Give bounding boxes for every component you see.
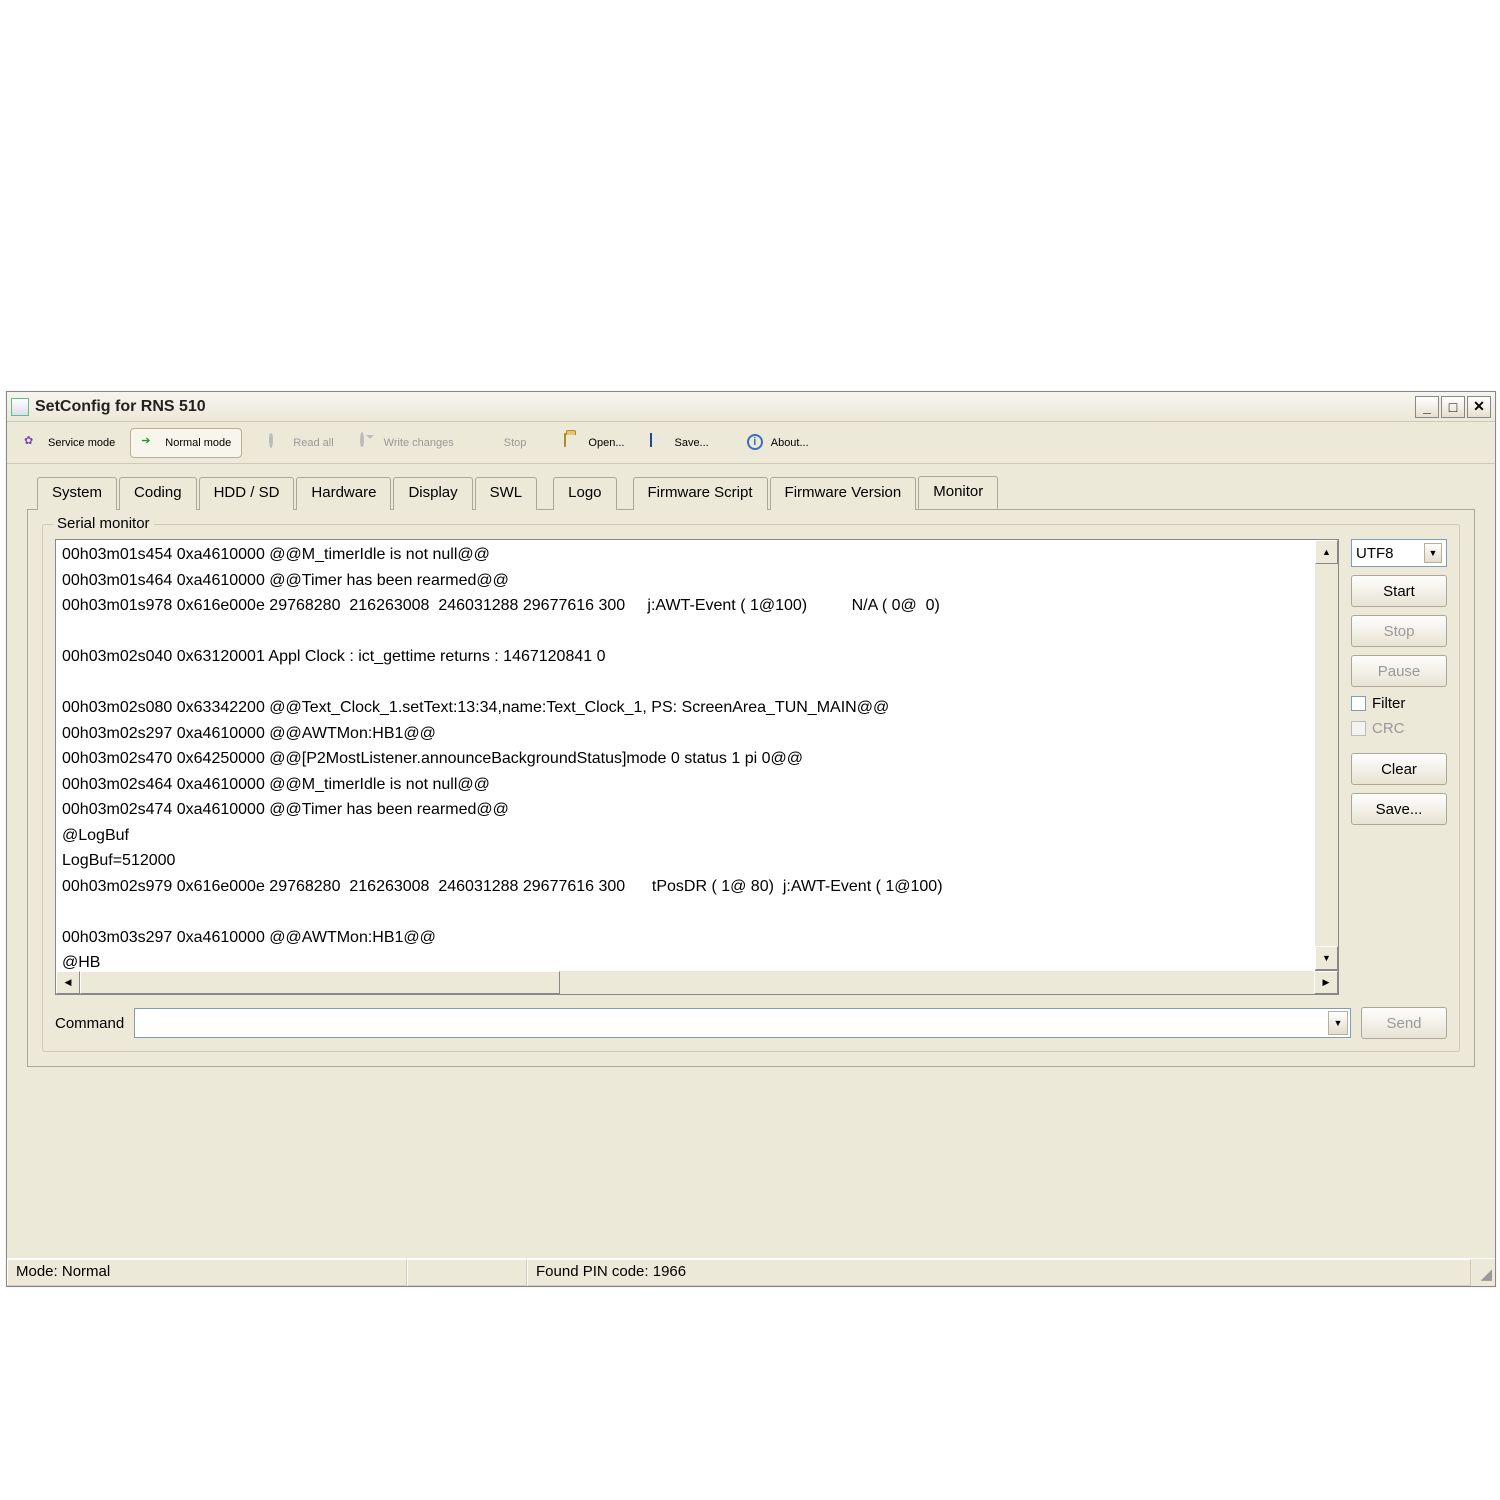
checkbox-box — [1351, 696, 1366, 711]
arrow-right-icon: ➔ — [141, 434, 159, 452]
crc-label: CRC — [1372, 720, 1405, 737]
open-label: Open... — [588, 437, 624, 449]
stop-button: Stop — [469, 428, 538, 458]
download-icon — [360, 434, 378, 452]
write-changes-label: Write changes — [384, 437, 454, 449]
scrollbar-vertical[interactable]: ▲ ▼ — [1315, 539, 1339, 971]
monitor-text: 00h03m01s454 0xa4610000 @@M_timerIdle is… — [56, 540, 1315, 971]
serial-monitor-legend: Serial monitor — [53, 515, 154, 532]
monitor-output[interactable]: 00h03m01s454 0xa4610000 @@M_timerIdle is… — [55, 539, 1315, 971]
refresh-icon — [269, 434, 287, 452]
app-icon — [11, 398, 29, 416]
start-button[interactable]: Start — [1351, 575, 1447, 607]
tab-hardware[interactable]: Hardware — [296, 477, 391, 510]
stop-icon — [480, 434, 498, 452]
titlebar: SetConfig for RNS 510 _ □ ✕ — [7, 392, 1495, 422]
toolbar: ✿ Service mode ➔ Normal mode Read all Wr… — [7, 422, 1495, 464]
command-input[interactable]: ▼ — [134, 1008, 1351, 1038]
tab-strip: System Coding HDD / SD Hardware Display … — [37, 476, 1495, 509]
gear-icon: ✿ — [24, 434, 42, 452]
checkbox-box — [1351, 721, 1366, 736]
tab-coding[interactable]: Coding — [119, 477, 197, 510]
open-button[interactable]: Open... — [553, 428, 635, 458]
service-mode-label: Service mode — [48, 437, 115, 449]
scroll-left-button[interactable]: ◀ — [56, 971, 80, 994]
tab-monitor[interactable]: Monitor — [918, 476, 998, 509]
write-changes-button: Write changes — [349, 428, 465, 458]
scroll-thumb[interactable] — [80, 971, 560, 994]
pause-button: Pause — [1351, 655, 1447, 687]
main-window: SetConfig for RNS 510 _ □ ✕ ✿ Service mo… — [6, 391, 1496, 1287]
read-all-label: Read all — [293, 437, 333, 449]
tab-hdd-sd[interactable]: HDD / SD — [199, 477, 295, 510]
save-icon — [650, 434, 668, 452]
scroll-up-button[interactable]: ▲ — [1315, 540, 1338, 564]
about-button[interactable]: i About... — [736, 428, 820, 458]
command-row: Command ▼ Send — [55, 1007, 1447, 1039]
close-button[interactable]: ✕ — [1467, 396, 1491, 418]
save-button[interactable]: Save... — [639, 428, 719, 458]
tab-display[interactable]: Display — [393, 477, 472, 510]
tab-panel: Serial monitor 00h03m01s454 0xa4610000 @… — [27, 509, 1475, 1067]
maximize-button[interactable]: □ — [1441, 396, 1465, 418]
monitor-save-button[interactable]: Save... — [1351, 793, 1447, 825]
encoding-select[interactable]: UTF8 ▼ — [1351, 539, 1447, 567]
monitor-side-column: UTF8 ▼ Start Stop Pause Filter CRC — [1351, 539, 1447, 825]
statusbar: Mode: Normal Found PIN code: 1966 ◢ — [7, 1258, 1495, 1286]
clear-button[interactable]: Clear — [1351, 753, 1447, 785]
filter-label: Filter — [1372, 695, 1405, 712]
scroll-down-button[interactable]: ▼ — [1315, 946, 1338, 970]
monitor-stop-button: Stop — [1351, 615, 1447, 647]
save-label: Save... — [674, 437, 708, 449]
minimize-button[interactable]: _ — [1415, 396, 1439, 418]
encoding-value: UTF8 — [1356, 545, 1394, 562]
service-mode-button[interactable]: ✿ Service mode — [13, 428, 126, 458]
tab-logo[interactable]: Logo — [553, 477, 616, 510]
dropdown-icon: ▼ — [1328, 1011, 1348, 1035]
normal-mode-label: Normal mode — [165, 437, 231, 449]
resize-grip-icon[interactable]: ◢ — [1471, 1259, 1495, 1286]
dropdown-icon: ▼ — [1424, 543, 1442, 563]
stop-label: Stop — [504, 437, 527, 449]
about-label: About... — [771, 437, 809, 449]
scroll-right-button[interactable]: ▶ — [1314, 971, 1338, 994]
tab-swl[interactable]: SWL — [475, 477, 538, 510]
folder-icon — [564, 434, 582, 452]
status-mode: Mode: Normal — [7, 1259, 407, 1286]
tab-firmware-version[interactable]: Firmware Version — [770, 477, 917, 510]
scrollbar-horizontal[interactable]: ◀ ▶ — [55, 971, 1339, 995]
status-pin: Found PIN code: 1966 — [527, 1259, 1471, 1286]
command-label: Command — [55, 1015, 124, 1032]
crc-checkbox: CRC — [1351, 720, 1447, 737]
filter-checkbox[interactable]: Filter — [1351, 695, 1447, 712]
tab-firmware-script[interactable]: Firmware Script — [633, 477, 768, 510]
normal-mode-button[interactable]: ➔ Normal mode — [130, 428, 242, 458]
send-button: Send — [1361, 1007, 1447, 1039]
info-icon: i — [747, 434, 765, 452]
status-empty — [407, 1259, 527, 1286]
read-all-button: Read all — [258, 428, 344, 458]
serial-monitor-group: Serial monitor 00h03m01s454 0xa4610000 @… — [42, 524, 1460, 1052]
tab-system[interactable]: System — [37, 477, 117, 510]
window-title: SetConfig for RNS 510 — [35, 398, 206, 416]
